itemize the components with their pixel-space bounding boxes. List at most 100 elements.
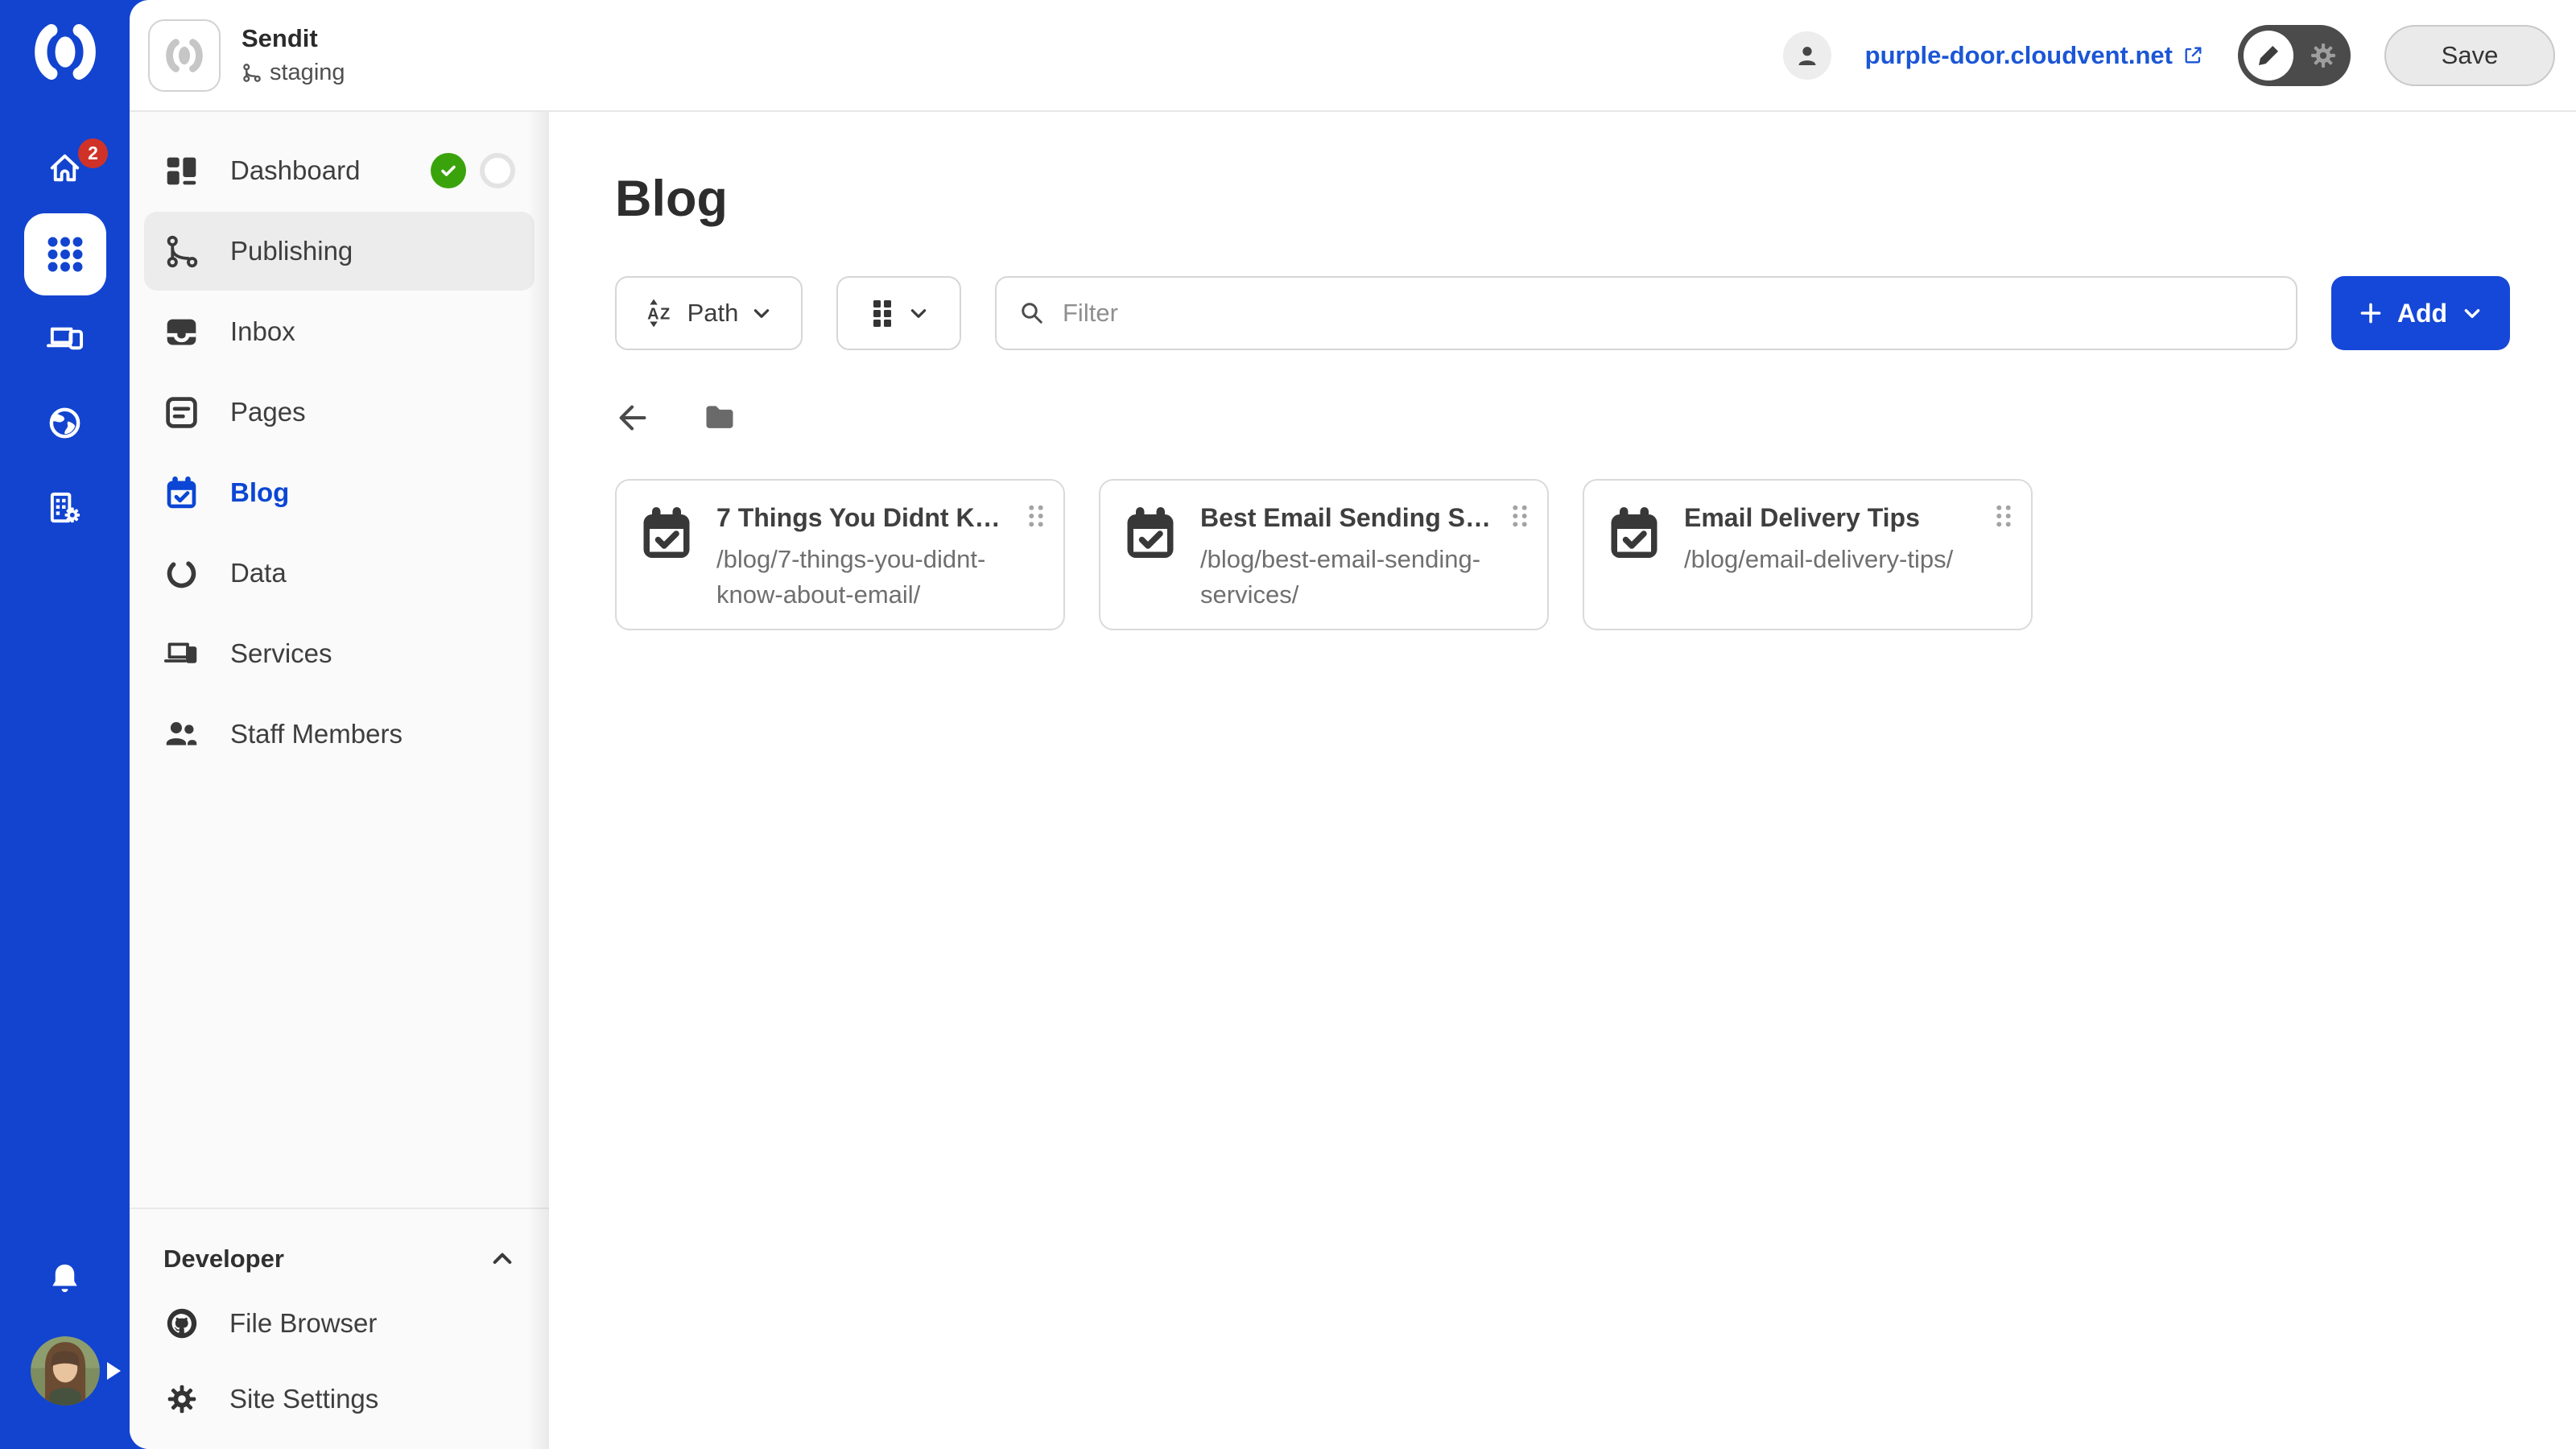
back-arrow-icon[interactable]	[615, 399, 652, 436]
view-mode-dropdown[interactable]	[836, 276, 961, 350]
editor-mode-toggle[interactable]	[2238, 25, 2351, 86]
topbar-right: purple-door.cloudvent.net Save	[1783, 25, 2555, 86]
apps-grid-icon	[40, 229, 90, 279]
active-tile	[24, 213, 106, 295]
site-sidebar: Dashboard Publishing Inbox Pages	[130, 112, 549, 1449]
chevron-down-icon	[908, 303, 929, 324]
status-done-icon[interactable]	[431, 153, 466, 188]
content-panel: Sendit staging purple-door.cloudvent.net	[130, 0, 2576, 1449]
calendar-check-icon	[638, 503, 696, 564]
card-body: Best Email Sending S… /blog/best-email-s…	[1200, 502, 1530, 629]
sort-az-icon: AZ	[646, 298, 675, 328]
search-icon	[1018, 299, 1046, 328]
sidebar-item-label: Dashboard	[230, 155, 360, 186]
gear-icon	[163, 1381, 200, 1418]
sidebar-item-site-settings[interactable]: Site Settings	[144, 1362, 535, 1436]
pages-icon	[163, 394, 200, 431]
site-meta: Sendit staging	[242, 24, 345, 86]
site-name: Sendit	[242, 24, 345, 53]
topbar: Sendit staging purple-door.cloudvent.net	[130, 0, 2576, 112]
sidebar-item-staff-members[interactable]: Staff Members	[144, 695, 535, 774]
folder-icon[interactable]	[702, 400, 737, 436]
sidebar-item-blog[interactable]: Blog	[144, 453, 535, 532]
sidebar-item-file-browser[interactable]: File Browser	[144, 1286, 535, 1360]
sidebar-item-publishing[interactable]: Publishing	[144, 212, 535, 291]
sidebar-item-label: Pages	[230, 397, 306, 427]
svg-text:A: A	[647, 305, 658, 323]
developer-section-header[interactable]: Developer	[144, 1233, 535, 1285]
card-body: 7 Things You Didnt K… /blog/7-things-you…	[716, 502, 1046, 629]
rail-organization-button[interactable]	[0, 465, 130, 550]
sidebar-item-label: Services	[230, 638, 332, 669]
drag-handle-icon[interactable]	[1026, 503, 1046, 529]
developer-section: Developer File Browser Site Settings	[130, 1208, 549, 1449]
expand-rail-caret[interactable]	[107, 1362, 121, 1380]
publish-status-group	[431, 153, 515, 188]
sidebar-item-label: Inbox	[230, 316, 295, 347]
person-icon	[1793, 41, 1822, 70]
sidebar-item-label: Site Settings	[229, 1384, 378, 1414]
chevron-down-icon	[2462, 303, 2483, 324]
dashboard-icon	[163, 153, 200, 189]
rail-apps-button[interactable]	[0, 212, 130, 296]
app-rail: 2	[0, 0, 130, 1449]
sidebar-item-label: Staff Members	[230, 719, 402, 749]
filter-input[interactable]	[1063, 299, 2275, 328]
sidebar-item-data[interactable]: Data	[144, 534, 535, 613]
sidebar-item-inbox[interactable]: Inbox	[144, 292, 535, 371]
data-icon	[163, 555, 200, 592]
site-logo-chip[interactable]	[148, 19, 221, 92]
app-window: 2	[0, 0, 2576, 1449]
external-link-icon	[2182, 44, 2204, 66]
save-button[interactable]: Save	[2384, 25, 2555, 86]
calendar-check-icon	[1121, 503, 1179, 564]
folder-breadcrumb	[615, 398, 2510, 437]
card-title: Best Email Sending S…	[1200, 502, 1501, 534]
collection-card[interactable]: Email Delivery Tips /blog/email-delivery…	[1583, 479, 2033, 630]
chevron-down-icon	[751, 303, 772, 324]
sort-dropdown[interactable]: AZ Path	[615, 276, 803, 350]
collection-controls: AZ Path Add	[615, 276, 2510, 350]
collection-card[interactable]: 7 Things You Didnt K… /blog/7-things-you…	[615, 479, 1065, 630]
rail-devices-button[interactable]	[0, 296, 130, 381]
branch-icon	[163, 233, 200, 270]
status-empty-icon[interactable]	[480, 153, 515, 188]
sort-label: Path	[687, 299, 739, 328]
rail-globe-button[interactable]	[0, 381, 130, 465]
rail-home-button[interactable]: 2	[0, 127, 130, 212]
add-button[interactable]: Add	[2331, 276, 2510, 350]
filter-field[interactable]	[995, 276, 2297, 350]
branch-icon	[242, 63, 262, 83]
calendar-check-icon	[163, 475, 200, 511]
toggle-knob	[2244, 31, 2293, 80]
grid-view-icon	[869, 297, 895, 329]
developer-label: Developer	[163, 1245, 284, 1274]
rail-notifications-button[interactable]	[46, 1261, 84, 1302]
pencil-icon	[2254, 41, 2283, 70]
user-avatar[interactable]	[31, 1336, 100, 1406]
drag-handle-icon[interactable]	[1510, 503, 1530, 529]
globe-icon	[46, 404, 84, 442]
drag-handle-icon[interactable]	[1994, 503, 2013, 529]
account-button[interactable]	[1783, 31, 1831, 80]
collection-card[interactable]: Best Email Sending S… /blog/best-email-s…	[1099, 479, 1549, 630]
sidebar-item-services[interactable]: Services	[144, 614, 535, 693]
sidebar-item-pages[interactable]: Pages	[144, 373, 535, 452]
cloudcannon-logo	[28, 24, 102, 80]
branch-name: staging	[270, 60, 345, 86]
chevron-up-icon	[489, 1246, 515, 1272]
live-site-link[interactable]: purple-door.cloudvent.net	[1865, 41, 2204, 70]
card-path: /blog/7-things-you-didnt-know-about-emai…	[716, 542, 1046, 613]
avatar-photo	[31, 1336, 100, 1406]
github-icon	[163, 1305, 200, 1342]
cloudcannon-site-icon	[162, 38, 207, 73]
rail-bottom	[0, 1261, 130, 1406]
plus-icon	[2359, 301, 2383, 325]
page-title: Blog	[615, 170, 2510, 228]
devices-icon	[46, 320, 84, 357]
sidebar-item-label: File Browser	[229, 1308, 377, 1339]
content-row: Dashboard Publishing Inbox Pages	[130, 112, 2576, 1449]
sidebar-item-dashboard[interactable]: Dashboard	[144, 131, 535, 210]
sidebar-item-label: Blog	[230, 477, 289, 508]
card-path: /blog/email-delivery-tips/	[1684, 542, 2013, 577]
